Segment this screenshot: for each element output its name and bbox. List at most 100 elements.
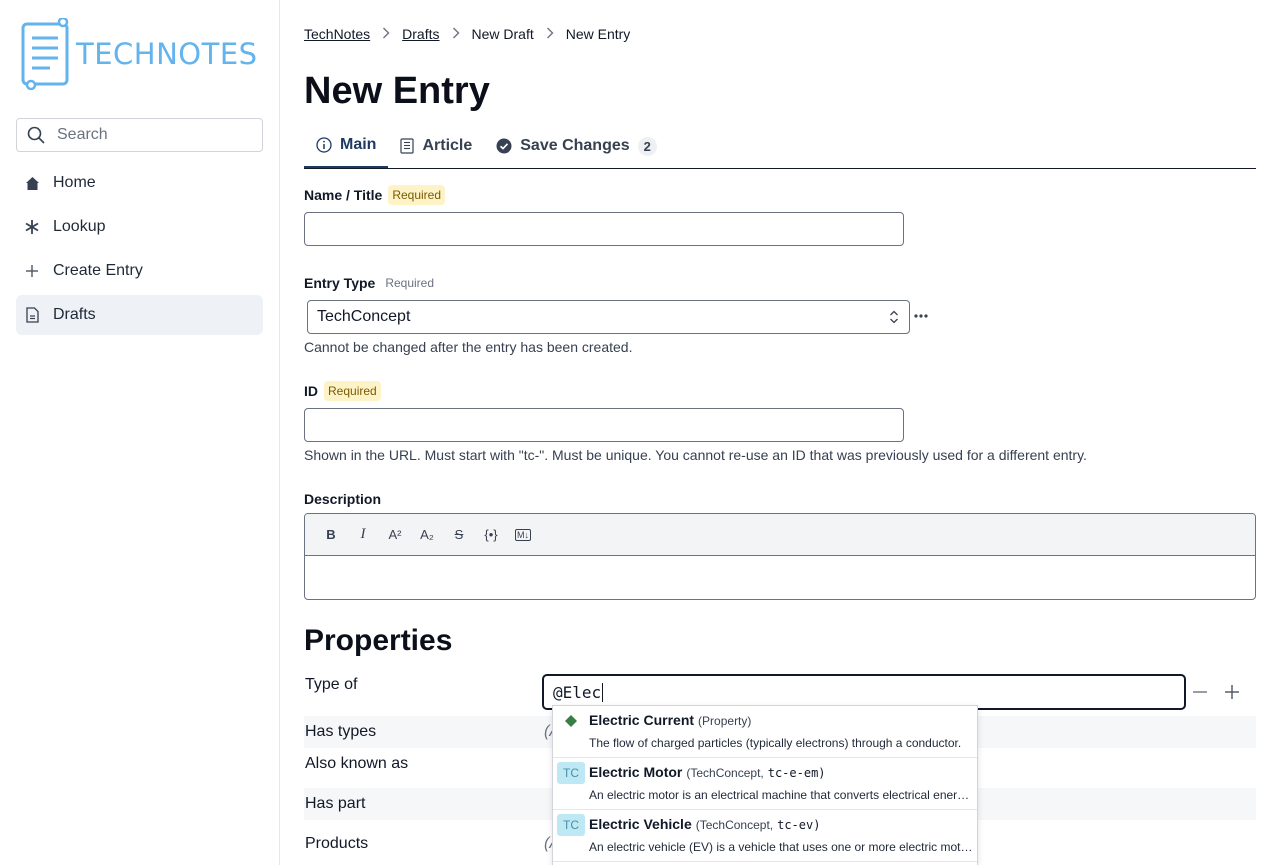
info-icon (316, 137, 332, 153)
sidebar-item-create-entry[interactable]: Create Entry (16, 251, 263, 291)
option-name: Electric Current (589, 712, 695, 728)
document-icon (24, 307, 40, 323)
name-label-text: Name / Title (304, 187, 383, 203)
sidebar-item-label: Create Entry (53, 262, 143, 279)
plus-icon (1225, 685, 1239, 699)
tab-bar: Main Article Save Changes 2 (304, 124, 1256, 169)
breadcrumb-link-drafts[interactable]: Drafts (402, 26, 439, 42)
entry-type-label: Entry Type Required (304, 275, 434, 291)
property-label: Has types (305, 723, 377, 740)
tc-badge-text: TC (557, 762, 585, 784)
chevron-right-icon (452, 27, 460, 42)
add-value-button[interactable] (1224, 684, 1240, 700)
id-help: Shown in the URL. Must start with "tc-".… (304, 447, 1087, 463)
required-badge: Required (324, 381, 381, 401)
property-label: Type of (305, 676, 358, 693)
asterisk-icon (24, 219, 40, 235)
option-name: Electric Vehicle (589, 816, 692, 832)
option-description: An electric motor is an electrical machi… (589, 788, 973, 802)
bold-button[interactable]: B (315, 523, 347, 547)
description-label: Description (304, 491, 382, 507)
tab-save-changes[interactable]: Save Changes 2 (484, 124, 669, 168)
sidebar-item-label: Home (53, 174, 96, 191)
markdown-button[interactable]: M↓ (515, 528, 531, 541)
option-id: tc-ev) (777, 818, 821, 832)
home-icon (24, 175, 40, 191)
changes-count-badge: 2 (637, 136, 657, 156)
type-of-input-value: @Elec (553, 682, 602, 702)
minus-icon (1193, 691, 1207, 693)
sidebar-item-label: Drafts (53, 306, 96, 323)
tab-label: Article (422, 137, 473, 154)
option-description: An electric vehicle (EV) is a vehicle th… (589, 840, 973, 854)
sidebar-item-home[interactable]: Home (16, 163, 263, 203)
sidebar: TECHNOTES Search Home Lookup Create Entr… (0, 0, 280, 865)
diamond-icon (557, 710, 585, 732)
search-placeholder: Search (57, 126, 108, 143)
sidebar-item-label: Lookup (53, 218, 106, 235)
option-title: Electric Motor (TechConcept, tc-e-em) (589, 764, 826, 780)
description-editor: B I A² A₂ S {•} M↓ (304, 513, 1256, 600)
property-label: Products (305, 835, 369, 852)
select-arrows-icon (889, 309, 899, 330)
option-meta: (TechConcept, (695, 818, 774, 832)
id-label-text: ID (304, 383, 318, 399)
techconcept-badge-icon: TC (557, 814, 585, 836)
code-button[interactable]: {•} (475, 523, 507, 547)
strikethrough-button[interactable]: S (443, 523, 475, 547)
chevron-right-icon (382, 27, 390, 42)
option-title: Electric Vehicle (TechConcept, tc-ev) (589, 816, 820, 832)
check-circle-icon (496, 138, 512, 154)
entry-type-select[interactable]: TechConcept (307, 300, 910, 334)
search-icon (27, 126, 45, 144)
entry-type-label-text: Entry Type (304, 275, 376, 291)
article-icon (400, 138, 415, 154)
autocomplete-option[interactable]: TC Electric Vehicle (TechConcept, tc-ev) A… (553, 810, 977, 862)
breadcrumb-current: New Entry (565, 26, 631, 42)
italic-button[interactable]: I (347, 523, 379, 547)
page-title: New Entry (304, 70, 490, 112)
tab-article[interactable]: Article (388, 124, 484, 168)
property-label: Has part (305, 795, 366, 812)
breadcrumb-new-draft: New Draft (471, 26, 534, 42)
remove-value-button[interactable] (1192, 684, 1208, 700)
option-meta: (Property) (698, 714, 752, 728)
tab-label: Save Changes (520, 137, 630, 154)
logo-text: TECHNOTES (76, 37, 258, 71)
text-cursor (602, 682, 604, 702)
properties-heading: Properties (304, 624, 453, 657)
id-input[interactable] (304, 408, 904, 442)
autocomplete-option[interactable]: TC Electric Motor (TechConcept, tc-e-em) A… (553, 758, 977, 810)
techconcept-badge-icon: TC (557, 762, 585, 784)
option-title: Electric Current (Property) (589, 712, 751, 728)
name-label: Name / Title Required (304, 185, 446, 205)
sidebar-nav: Home Lookup Create Entry Drafts (16, 163, 263, 339)
id-label: ID Required (304, 381, 381, 401)
sidebar-item-lookup[interactable]: Lookup (16, 207, 263, 247)
subscript-button[interactable]: A₂ (411, 523, 443, 547)
entry-type-value: TechConcept (317, 308, 411, 325)
required-badge: Required (388, 185, 446, 205)
autocomplete-dropdown: Electric Current (Property) The flow of c… (552, 705, 978, 865)
option-id: tc-e-em) (767, 766, 826, 780)
entry-type-help: Cannot be changed after the entry has be… (304, 339, 633, 355)
option-meta: (TechConcept, (686, 766, 764, 780)
required-text: Required (385, 276, 435, 290)
tab-main[interactable]: Main (304, 124, 389, 168)
more-options-icon[interactable] (913, 308, 929, 324)
option-name: Electric Motor (589, 764, 683, 780)
name-title-input[interactable] (304, 212, 904, 246)
sidebar-item-drafts[interactable]: Drafts (16, 295, 263, 335)
tab-label: Main (340, 136, 377, 153)
option-description: The flow of charged particles (typically… (589, 736, 962, 750)
breadcrumb-link-technotes[interactable]: TechNotes (304, 26, 370, 42)
description-textarea[interactable] (305, 556, 1255, 599)
superscript-button[interactable]: A² (379, 523, 411, 547)
tc-badge-text: TC (557, 814, 585, 836)
search-input[interactable]: Search (16, 118, 263, 152)
app-logo[interactable]: TECHNOTES (20, 18, 258, 90)
autocomplete-option[interactable]: Electric Current (Property) The flow of c… (553, 706, 977, 758)
plus-icon (24, 263, 40, 279)
chevron-right-icon (546, 27, 554, 42)
breadcrumb: TechNotes Drafts New Draft New Entry (304, 26, 630, 42)
